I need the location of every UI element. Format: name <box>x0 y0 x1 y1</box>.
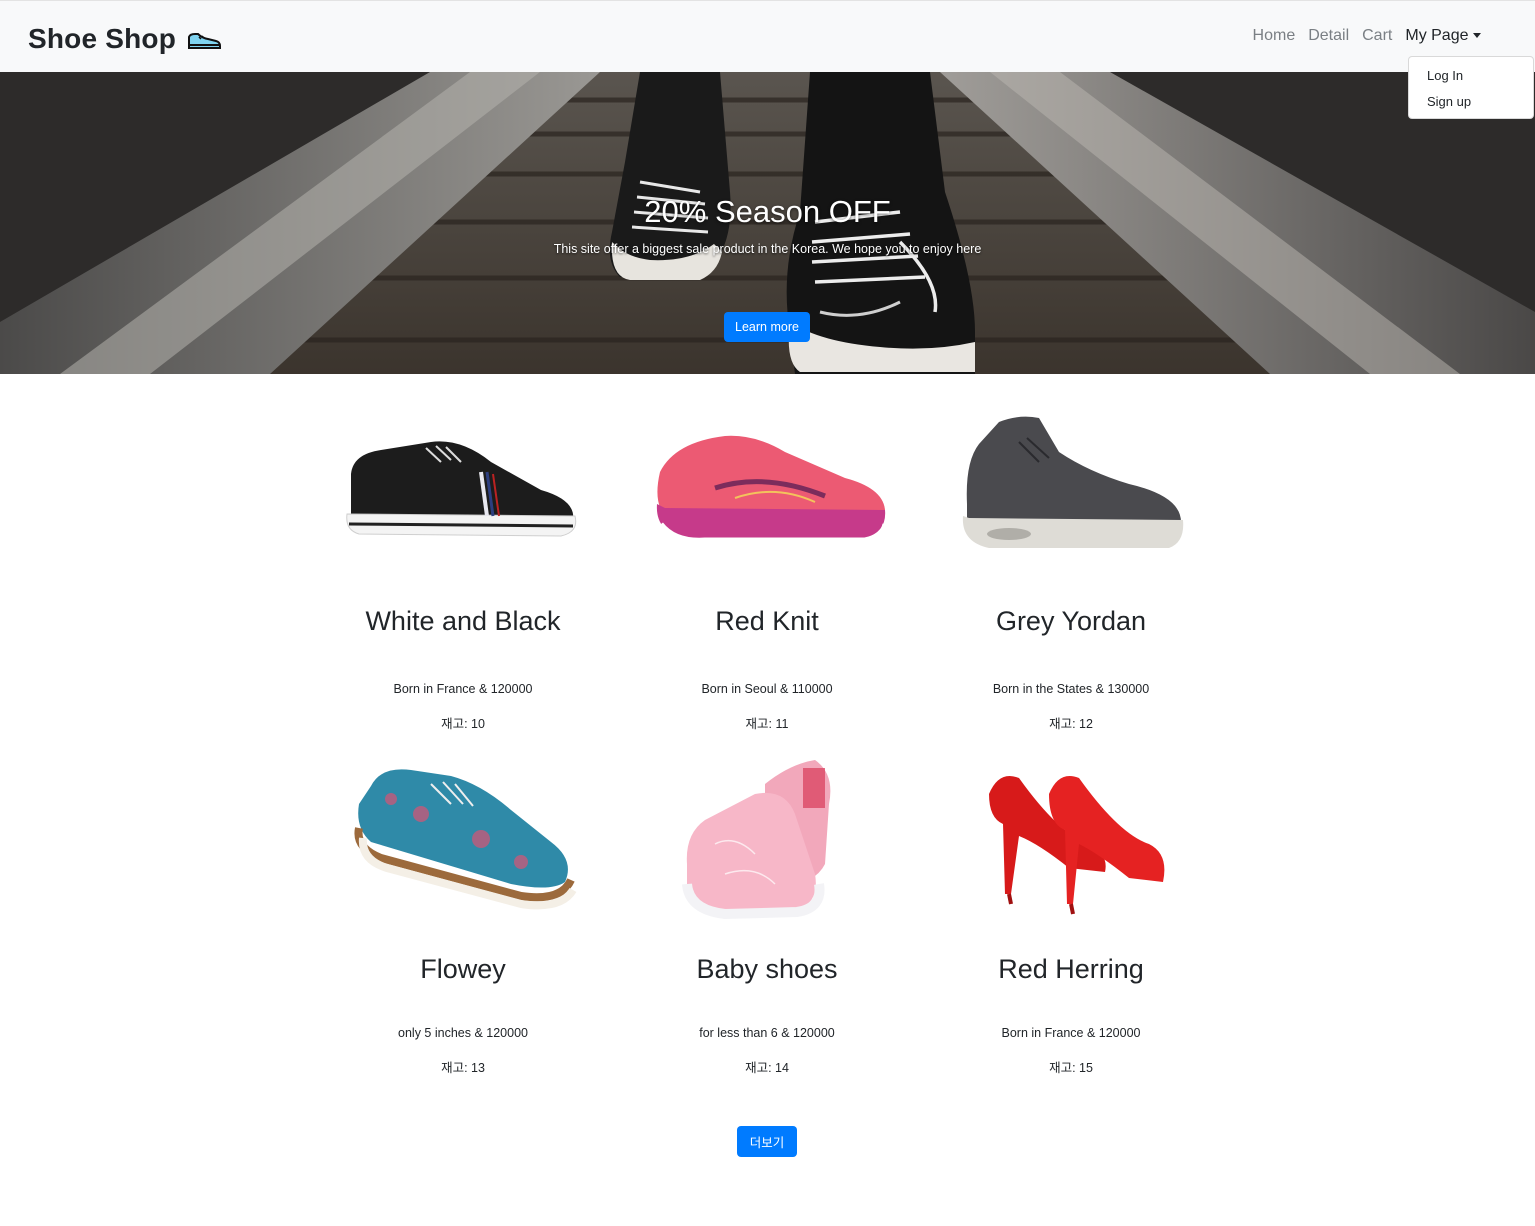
product-stock: 재고: 10 <box>441 717 485 731</box>
caret-down-icon <box>1472 33 1481 39</box>
product-image-grey-yordan[interactable] <box>919 392 1223 582</box>
product-desc: for less than 6 & 120000 <box>699 1026 835 1040</box>
dropdown-signup[interactable]: Sign up <box>1427 94 1471 109</box>
product-stock: 재고: 15 <box>1049 1061 1093 1075</box>
nav-mypage-label: My Page <box>1405 27 1469 44</box>
nav-home[interactable]: Home <box>1246 23 1302 49</box>
product-desc: Born in France & 120000 <box>393 682 533 696</box>
hero-title: 20% Season OFF <box>644 194 891 229</box>
nav-cart[interactable]: Cart <box>1356 23 1399 49</box>
dropdown-login[interactable]: Log In <box>1427 68 1463 83</box>
product-name: Grey Yordan <box>995 606 1147 636</box>
product-stock: 재고: 14 <box>745 1061 789 1075</box>
product-image-white-black[interactable] <box>311 392 615 582</box>
product-stock: 재고: 12 <box>1049 717 1093 731</box>
product-card: Red Knit Born in Seoul & 110000 재고: 11 <box>615 392 919 731</box>
mypage-dropdown-menu: Log In Sign up <box>1408 56 1534 119</box>
product-name: Baby shoes <box>696 954 838 984</box>
product-stock: 재고: 13 <box>441 1061 485 1075</box>
product-name: Flowey <box>420 954 506 984</box>
product-name: Red Knit <box>715 606 819 636</box>
sneaker-icon <box>186 27 222 51</box>
hero-subtitle: This site offer a biggest sale product i… <box>553 242 982 256</box>
product-image-baby-shoes[interactable] <box>615 744 919 934</box>
load-more-button[interactable]: 더보기 <box>737 1126 797 1157</box>
product-card: Grey Yordan Born in the States & 130000 … <box>919 392 1223 731</box>
product-card: Red Herring Born in France & 120000 재고: … <box>919 744 1223 1075</box>
product-card: Baby shoes for less than 6 & 120000 재고: … <box>615 744 919 1075</box>
product-image-red-knit[interactable] <box>615 392 919 582</box>
product-desc: Born in France & 120000 <box>1001 1026 1141 1040</box>
product-name: White and Black <box>365 606 561 636</box>
product-desc: only 5 inches & 120000 <box>398 1026 528 1040</box>
hero-banner: 20% Season OFF This site offer a biggest… <box>0 72 1535 374</box>
product-card: White and Black Born in France & 120000 … <box>311 392 615 731</box>
brand-name[interactable]: Shoe Shop <box>28 23 176 55</box>
nav-mypage-dropdown[interactable]: My Page <box>1399 23 1487 49</box>
product-name: Red Herring <box>998 954 1144 984</box>
nav-links: Home Detail Cart My Page <box>1246 23 1487 49</box>
product-card: Flowey only 5 inches & 120000 재고: 13 <box>311 744 615 1075</box>
product-image-flowey[interactable] <box>311 744 615 934</box>
learn-more-button[interactable]: Learn more <box>724 312 810 342</box>
product-desc: Born in the States & 130000 <box>992 682 1150 696</box>
product-desc: Born in Seoul & 110000 <box>701 682 833 696</box>
product-image-red-herring[interactable] <box>919 744 1223 934</box>
brand[interactable]: Shoe Shop <box>28 19 222 59</box>
nav-detail[interactable]: Detail <box>1302 23 1356 49</box>
navbar: Shoe Shop Home Detail Cart My Page <box>0 0 1535 72</box>
product-stock: 재고: 11 <box>745 717 789 731</box>
